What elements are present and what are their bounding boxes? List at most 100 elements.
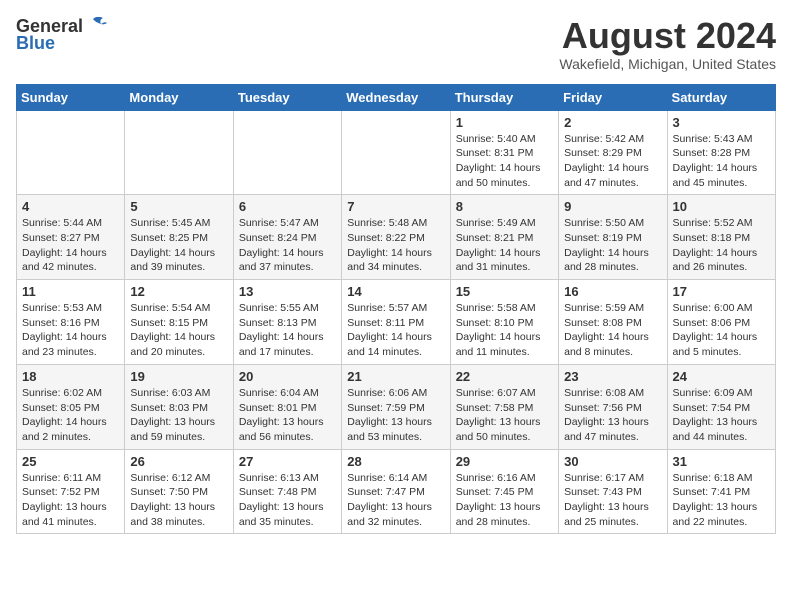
day-number: 16 bbox=[564, 284, 661, 299]
day-of-week-header: Thursday bbox=[450, 84, 558, 110]
day-info: Sunrise: 6:18 AMSunset: 7:41 PMDaylight:… bbox=[673, 471, 770, 530]
day-number: 27 bbox=[239, 454, 336, 469]
day-number: 17 bbox=[673, 284, 770, 299]
day-info: Sunrise: 5:54 AMSunset: 8:15 PMDaylight:… bbox=[130, 301, 227, 360]
day-number: 19 bbox=[130, 369, 227, 384]
day-info: Sunrise: 6:04 AMSunset: 8:01 PMDaylight:… bbox=[239, 386, 336, 445]
day-number: 20 bbox=[239, 369, 336, 384]
calendar-header-row: SundayMondayTuesdayWednesdayThursdayFrid… bbox=[17, 84, 776, 110]
day-number: 9 bbox=[564, 199, 661, 214]
day-info: Sunrise: 5:40 AMSunset: 8:31 PMDaylight:… bbox=[456, 132, 553, 191]
page-header: General Blue August 2024 Wakefield, Mich… bbox=[16, 16, 776, 72]
day-info: Sunrise: 5:53 AMSunset: 8:16 PMDaylight:… bbox=[22, 301, 119, 360]
calendar-week-row: 11 Sunrise: 5:53 AMSunset: 8:16 PMDayligh… bbox=[17, 280, 776, 365]
day-info: Sunrise: 6:00 AMSunset: 8:06 PMDaylight:… bbox=[673, 301, 770, 360]
calendar-table: SundayMondayTuesdayWednesdayThursdayFrid… bbox=[16, 84, 776, 535]
day-info: Sunrise: 5:48 AMSunset: 8:22 PMDaylight:… bbox=[347, 216, 444, 275]
day-number: 26 bbox=[130, 454, 227, 469]
calendar-day-cell: 20 Sunrise: 6:04 AMSunset: 8:01 PMDayligh… bbox=[233, 364, 341, 449]
day-number: 28 bbox=[347, 454, 444, 469]
day-number: 12 bbox=[130, 284, 227, 299]
calendar-day-cell: 25 Sunrise: 6:11 AMSunset: 7:52 PMDayligh… bbox=[17, 449, 125, 534]
day-info: Sunrise: 6:09 AMSunset: 7:54 PMDaylight:… bbox=[673, 386, 770, 445]
day-number: 3 bbox=[673, 115, 770, 130]
calendar-day-cell: 15 Sunrise: 5:58 AMSunset: 8:10 PMDayligh… bbox=[450, 280, 558, 365]
day-number: 30 bbox=[564, 454, 661, 469]
day-number: 31 bbox=[673, 454, 770, 469]
calendar-day-cell: 22 Sunrise: 6:07 AMSunset: 7:58 PMDayligh… bbox=[450, 364, 558, 449]
day-info: Sunrise: 5:44 AMSunset: 8:27 PMDaylight:… bbox=[22, 216, 119, 275]
logo: General Blue bbox=[16, 16, 107, 54]
day-info: Sunrise: 5:49 AMSunset: 8:21 PMDaylight:… bbox=[456, 216, 553, 275]
day-number: 23 bbox=[564, 369, 661, 384]
day-info: Sunrise: 5:47 AMSunset: 8:24 PMDaylight:… bbox=[239, 216, 336, 275]
calendar-day-cell bbox=[125, 110, 233, 195]
day-info: Sunrise: 5:42 AMSunset: 8:29 PMDaylight:… bbox=[564, 132, 661, 191]
day-info: Sunrise: 5:59 AMSunset: 8:08 PMDaylight:… bbox=[564, 301, 661, 360]
day-number: 4 bbox=[22, 199, 119, 214]
calendar-day-cell: 16 Sunrise: 5:59 AMSunset: 8:08 PMDayligh… bbox=[559, 280, 667, 365]
day-info: Sunrise: 6:07 AMSunset: 7:58 PMDaylight:… bbox=[456, 386, 553, 445]
day-of-week-header: Monday bbox=[125, 84, 233, 110]
calendar-day-cell: 4 Sunrise: 5:44 AMSunset: 8:27 PMDaylight… bbox=[17, 195, 125, 280]
logo-bird-icon bbox=[85, 17, 107, 35]
calendar-day-cell bbox=[233, 110, 341, 195]
calendar-day-cell: 5 Sunrise: 5:45 AMSunset: 8:25 PMDaylight… bbox=[125, 195, 233, 280]
calendar-day-cell: 23 Sunrise: 6:08 AMSunset: 7:56 PMDayligh… bbox=[559, 364, 667, 449]
day-number: 15 bbox=[456, 284, 553, 299]
calendar-day-cell: 8Sunrise: 5:49 AMSunset: 8:21 PMDaylight… bbox=[450, 195, 558, 280]
day-info: Sunrise: 5:58 AMSunset: 8:10 PMDaylight:… bbox=[456, 301, 553, 360]
calendar-day-cell: 29Sunrise: 6:16 AMSunset: 7:45 PMDayligh… bbox=[450, 449, 558, 534]
day-number: 11 bbox=[22, 284, 119, 299]
calendar-day-cell: 26 Sunrise: 6:12 AMSunset: 7:50 PMDayligh… bbox=[125, 449, 233, 534]
calendar-week-row: 25 Sunrise: 6:11 AMSunset: 7:52 PMDayligh… bbox=[17, 449, 776, 534]
day-number: 7 bbox=[347, 199, 444, 214]
calendar-day-cell: 10 Sunrise: 5:52 AMSunset: 8:18 PMDayligh… bbox=[667, 195, 775, 280]
calendar-day-cell: 30 Sunrise: 6:17 AMSunset: 7:43 PMDayligh… bbox=[559, 449, 667, 534]
day-info: Sunrise: 6:11 AMSunset: 7:52 PMDaylight:… bbox=[22, 471, 119, 530]
day-info: Sunrise: 6:14 AMSunset: 7:47 PMDaylight:… bbox=[347, 471, 444, 530]
day-info: Sunrise: 6:02 AMSunset: 8:05 PMDaylight:… bbox=[22, 386, 119, 445]
calendar-day-cell: 6Sunrise: 5:47 AMSunset: 8:24 PMDaylight… bbox=[233, 195, 341, 280]
calendar-day-cell: 2Sunrise: 5:42 AMSunset: 8:29 PMDaylight… bbox=[559, 110, 667, 195]
day-number: 13 bbox=[239, 284, 336, 299]
day-info: Sunrise: 5:45 AMSunset: 8:25 PMDaylight:… bbox=[130, 216, 227, 275]
day-info: Sunrise: 6:17 AMSunset: 7:43 PMDaylight:… bbox=[564, 471, 661, 530]
day-number: 10 bbox=[673, 199, 770, 214]
calendar-day-cell: 13 Sunrise: 5:55 AMSunset: 8:13 PMDayligh… bbox=[233, 280, 341, 365]
day-number: 29 bbox=[456, 454, 553, 469]
day-of-week-header: Tuesday bbox=[233, 84, 341, 110]
calendar-day-cell: 11 Sunrise: 5:53 AMSunset: 8:16 PMDayligh… bbox=[17, 280, 125, 365]
calendar-day-cell bbox=[17, 110, 125, 195]
day-of-week-header: Friday bbox=[559, 84, 667, 110]
calendar-day-cell: 1 Sunrise: 5:40 AMSunset: 8:31 PMDaylight… bbox=[450, 110, 558, 195]
calendar-day-cell: 21 Sunrise: 6:06 AMSunset: 7:59 PMDayligh… bbox=[342, 364, 450, 449]
day-of-week-header: Saturday bbox=[667, 84, 775, 110]
day-info: Sunrise: 6:13 AMSunset: 7:48 PMDaylight:… bbox=[239, 471, 336, 530]
day-info: Sunrise: 5:43 AMSunset: 8:28 PMDaylight:… bbox=[673, 132, 770, 191]
day-info: Sunrise: 6:06 AMSunset: 7:59 PMDaylight:… bbox=[347, 386, 444, 445]
calendar-day-cell: 9 Sunrise: 5:50 AMSunset: 8:19 PMDaylight… bbox=[559, 195, 667, 280]
month-year-title: August 2024 bbox=[559, 16, 776, 56]
day-number: 5 bbox=[130, 199, 227, 214]
calendar-day-cell: 27 Sunrise: 6:13 AMSunset: 7:48 PMDayligh… bbox=[233, 449, 341, 534]
day-number: 14 bbox=[347, 284, 444, 299]
day-info: Sunrise: 5:57 AMSunset: 8:11 PMDaylight:… bbox=[347, 301, 444, 360]
calendar-day-cell: 3 Sunrise: 5:43 AMSunset: 8:28 PMDaylight… bbox=[667, 110, 775, 195]
day-number: 21 bbox=[347, 369, 444, 384]
calendar-day-cell: 14 Sunrise: 5:57 AMSunset: 8:11 PMDayligh… bbox=[342, 280, 450, 365]
day-number: 25 bbox=[22, 454, 119, 469]
day-info: Sunrise: 6:12 AMSunset: 7:50 PMDaylight:… bbox=[130, 471, 227, 530]
calendar-week-row: 18Sunrise: 6:02 AMSunset: 8:05 PMDayligh… bbox=[17, 364, 776, 449]
day-info: Sunrise: 6:03 AMSunset: 8:03 PMDaylight:… bbox=[130, 386, 227, 445]
calendar-day-cell: 12 Sunrise: 5:54 AMSunset: 8:15 PMDayligh… bbox=[125, 280, 233, 365]
calendar-week-row: 4 Sunrise: 5:44 AMSunset: 8:27 PMDaylight… bbox=[17, 195, 776, 280]
day-info: Sunrise: 5:55 AMSunset: 8:13 PMDaylight:… bbox=[239, 301, 336, 360]
day-info: Sunrise: 5:52 AMSunset: 8:18 PMDaylight:… bbox=[673, 216, 770, 275]
calendar-day-cell: 24Sunrise: 6:09 AMSunset: 7:54 PMDayligh… bbox=[667, 364, 775, 449]
day-of-week-header: Sunday bbox=[17, 84, 125, 110]
day-info: Sunrise: 5:50 AMSunset: 8:19 PMDaylight:… bbox=[564, 216, 661, 275]
day-number: 1 bbox=[456, 115, 553, 130]
day-info: Sunrise: 6:08 AMSunset: 7:56 PMDaylight:… bbox=[564, 386, 661, 445]
day-number: 22 bbox=[456, 369, 553, 384]
